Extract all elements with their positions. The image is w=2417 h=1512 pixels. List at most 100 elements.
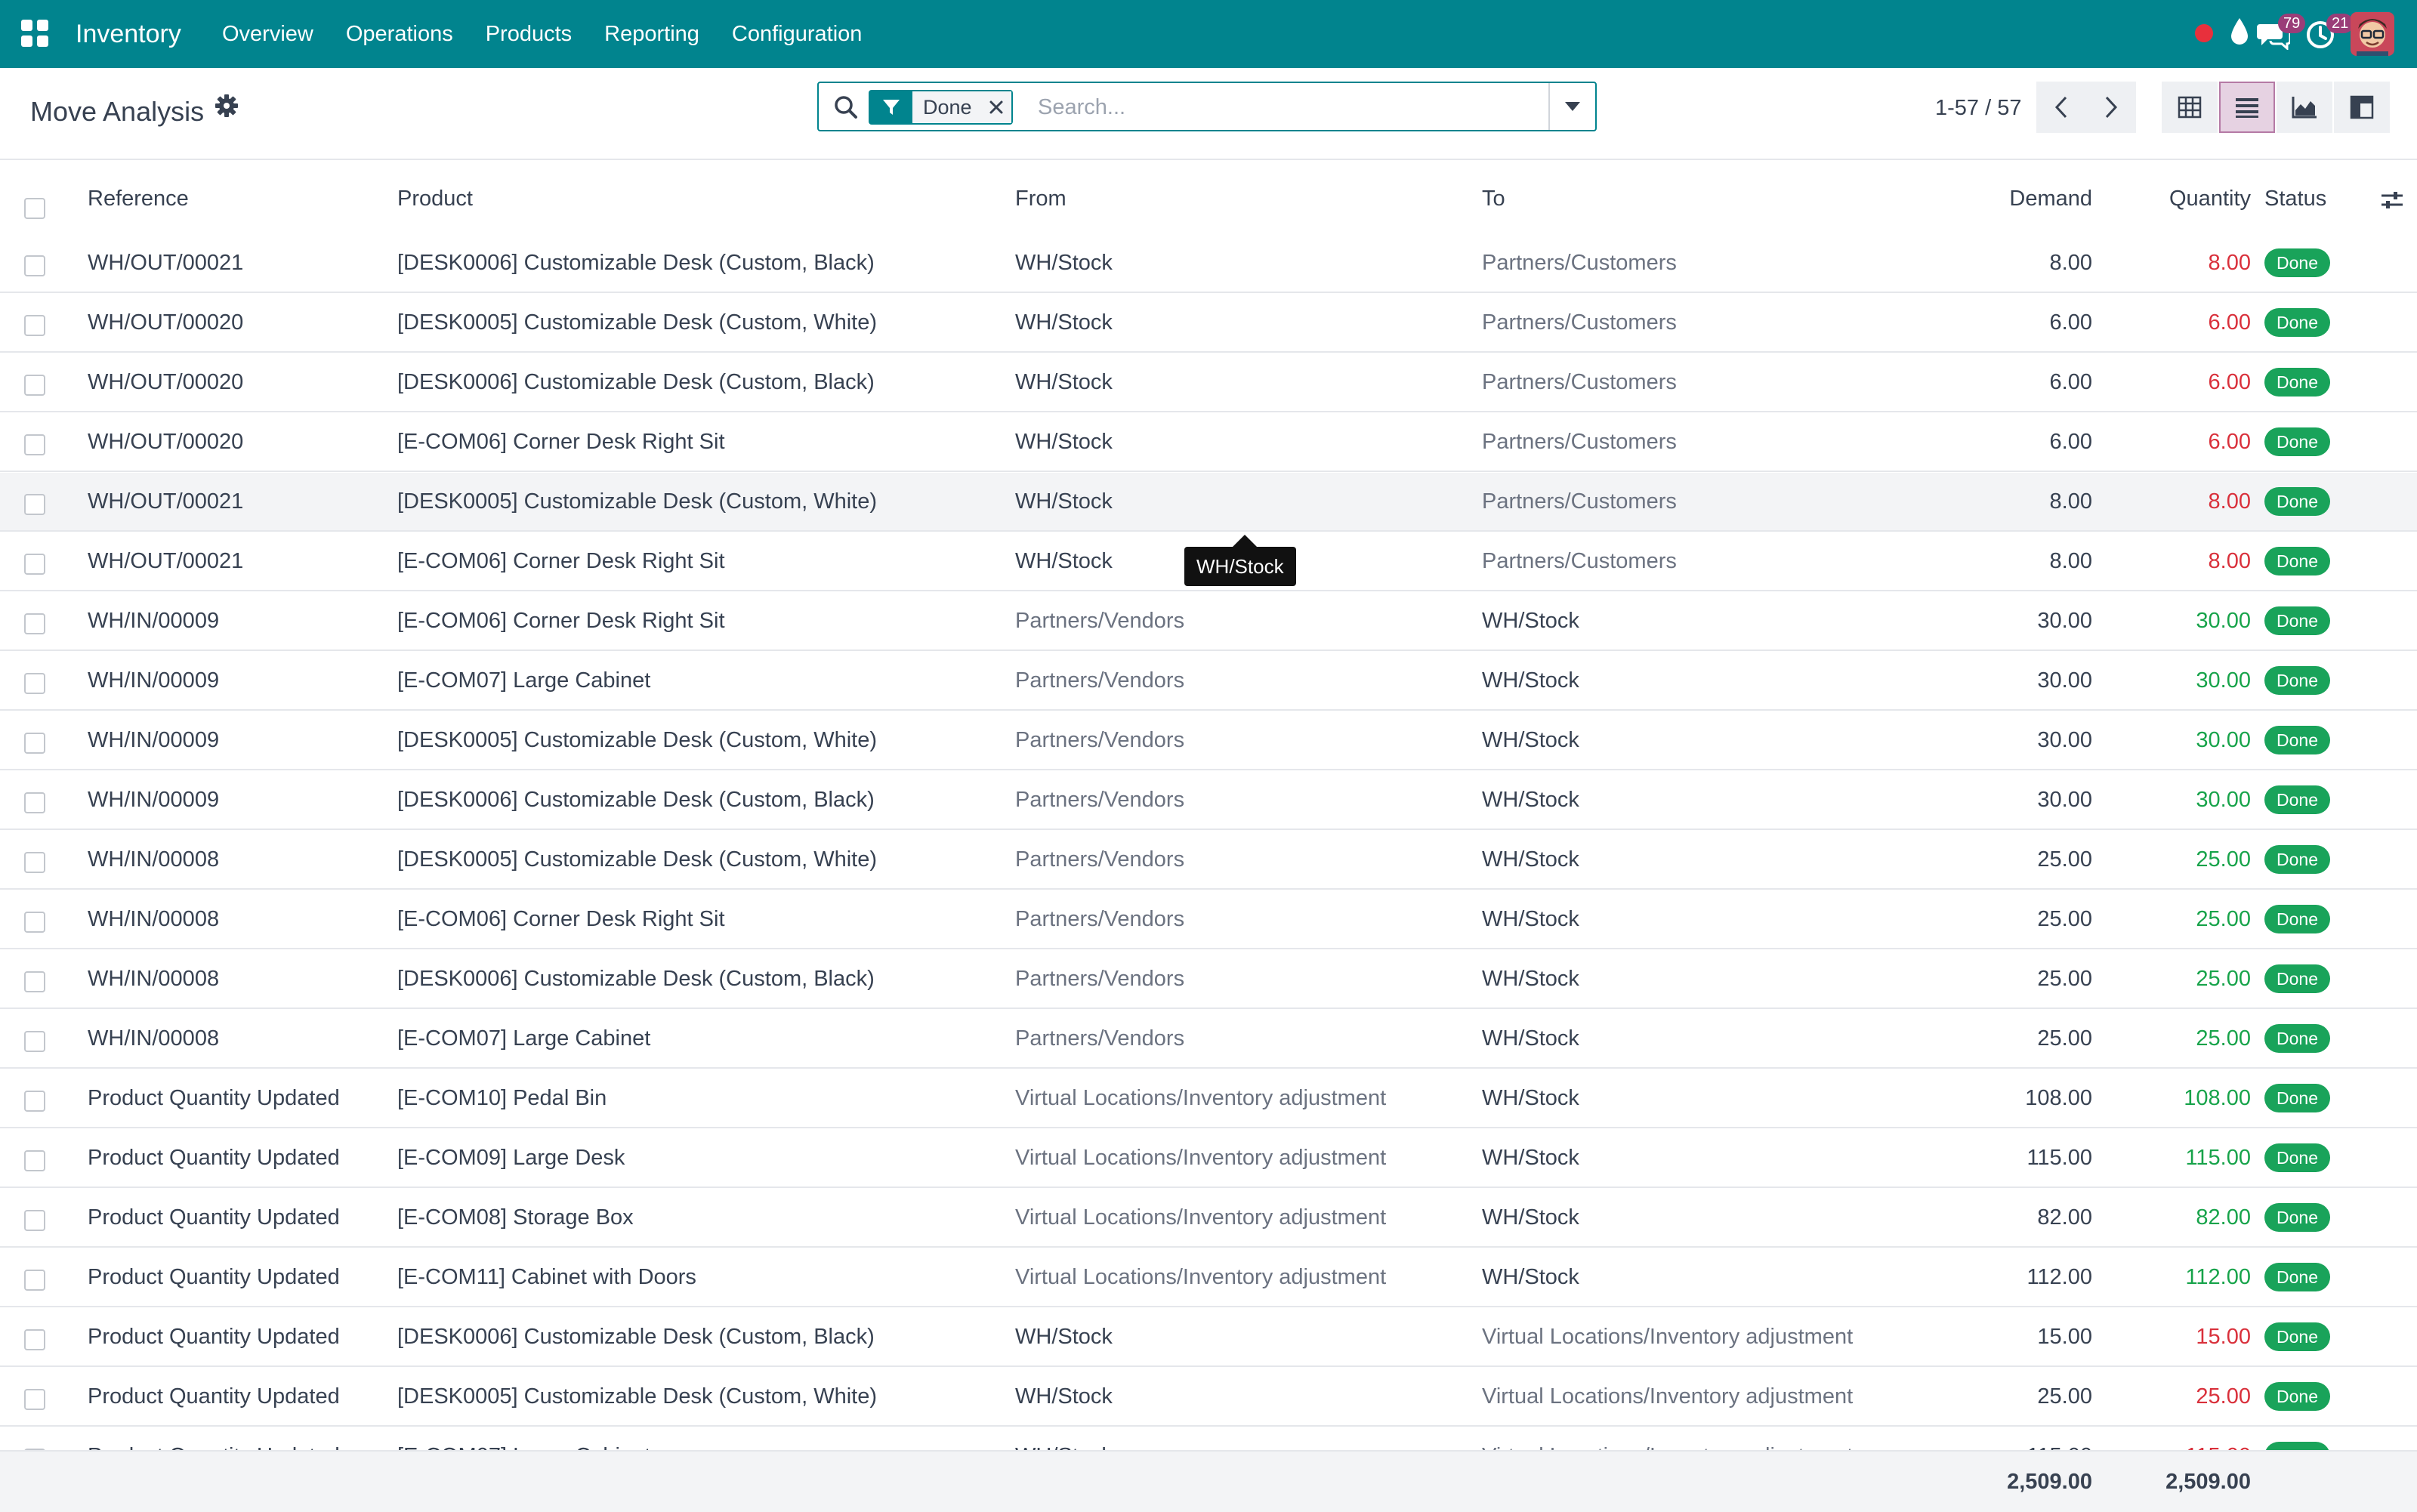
- row-checkbox[interactable]: [24, 673, 45, 694]
- table-row[interactable]: Product Quantity Updated [E-COM10] Pedal …: [0, 1069, 2417, 1128]
- table-row[interactable]: Product Quantity Updated [E-COM08] Storag…: [0, 1189, 2417, 1248]
- search-input[interactable]: [1036, 89, 1576, 125]
- graph-view-button[interactable]: [2277, 82, 2332, 133]
- column-product[interactable]: Product: [397, 174, 473, 234]
- list-header: Reference Product From To Demand Quantit…: [0, 174, 2417, 236]
- menu-products[interactable]: Products: [486, 0, 572, 68]
- cell-to: WH/Stock: [1482, 788, 1579, 812]
- row-checkbox[interactable]: [24, 315, 45, 336]
- row-checkbox[interactable]: [24, 494, 45, 515]
- list-view-button[interactable]: [2219, 82, 2275, 133]
- list-footer: 2,509.00 2,509.00: [0, 1450, 2417, 1512]
- row-checkbox[interactable]: [24, 613, 45, 634]
- cell-demand: 30.00: [2037, 728, 2092, 752]
- table-row[interactable]: WH/OUT/00021 [DESK0005] Customizable Desk…: [0, 473, 2417, 532]
- cell-quantity: 115.00: [2185, 1146, 2251, 1170]
- row-checkbox[interactable]: [24, 434, 45, 455]
- row-checkbox[interactable]: [24, 255, 45, 276]
- status-badge: Done: [2264, 726, 2330, 754]
- table-row[interactable]: Product Quantity Updated [DESK0005] Custo…: [0, 1368, 2417, 1427]
- area-chart-icon: [2292, 97, 2317, 119]
- table-row[interactable]: WH/OUT/00020 [DESK0005] Customizable Desk…: [0, 294, 2417, 353]
- table-row[interactable]: WH/OUT/00020 [E-COM06] Corner Desk Right …: [0, 413, 2417, 472]
- column-to[interactable]: To: [1482, 174, 1505, 234]
- row-checkbox[interactable]: [24, 554, 45, 575]
- cell-from: Partners/Vendors: [1015, 847, 1185, 872]
- table-row[interactable]: WH/IN/00009 [DESK0005] Customizable Desk …: [0, 711, 2417, 770]
- record-icon[interactable]: [2195, 24, 2213, 42]
- column-from[interactable]: From: [1015, 174, 1067, 234]
- cohort-view-button[interactable]: [2334, 82, 2390, 133]
- column-quantity[interactable]: Quantity: [2107, 174, 2251, 234]
- facet-remove-icon[interactable]: [980, 91, 1011, 123]
- table-row[interactable]: Product Quantity Updated [E-COM09] Large …: [0, 1129, 2417, 1188]
- menu-reporting[interactable]: Reporting: [604, 0, 699, 68]
- row-checkbox[interactable]: [24, 1150, 45, 1171]
- table-row[interactable]: WH/IN/00009 [DESK0006] Customizable Desk …: [0, 771, 2417, 830]
- cell-product: [E-COM10] Pedal Bin: [397, 1086, 607, 1110]
- table-row[interactable]: Product Quantity Updated [E-COM11] Cabine…: [0, 1248, 2417, 1307]
- row-checkbox[interactable]: [24, 1270, 45, 1291]
- cell-product: [E-COM11] Cabinet with Doors: [397, 1265, 696, 1289]
- cell-product: [E-COM09] Large Desk: [397, 1146, 625, 1170]
- row-checkbox[interactable]: [24, 1389, 45, 1410]
- table-row[interactable]: WH/IN/00009 [E-COM06] Corner Desk Right S…: [0, 592, 2417, 651]
- menu-overview[interactable]: Overview: [222, 0, 313, 68]
- user-avatar-image[interactable]: [2351, 12, 2394, 56]
- cell-quantity: 25.00: [2196, 847, 2251, 872]
- table-row[interactable]: WH/IN/00009 [E-COM07] Large Cabinet Partne…: [0, 652, 2417, 711]
- column-status[interactable]: Status: [2264, 174, 2326, 234]
- select-all-checkbox[interactable]: [24, 198, 45, 219]
- menu-configuration[interactable]: Configuration: [732, 0, 863, 68]
- pager-previous-button[interactable]: [2036, 82, 2086, 133]
- optional-columns-icon[interactable]: [2379, 187, 2405, 213]
- search-icon[interactable]: [832, 94, 860, 121]
- row-checkbox[interactable]: [24, 792, 45, 813]
- pager-next-button[interactable]: [2086, 82, 2136, 133]
- row-checkbox[interactable]: [24, 1091, 45, 1112]
- status-badge: Done: [2264, 1143, 2330, 1172]
- pager-value[interactable]: 1-57 / 57: [1935, 91, 2021, 125]
- cell-quantity: 8.00: [2208, 549, 2251, 573]
- table-row[interactable]: WH/IN/00008 [E-COM06] Corner Desk Right S…: [0, 890, 2417, 949]
- cell-quantity: 30.00: [2196, 788, 2251, 812]
- cell-from: Partners/Vendors: [1015, 728, 1185, 752]
- cell-from: Virtual Locations/Inventory adjustment: [1015, 1146, 1387, 1170]
- menu-operations[interactable]: Operations: [346, 0, 453, 68]
- table-row[interactable]: WH/OUT/00020 [DESK0006] Customizable Desk…: [0, 353, 2417, 412]
- row-checkbox[interactable]: [24, 1210, 45, 1231]
- status-badge: Done: [2264, 427, 2330, 456]
- app-brand[interactable]: Inventory: [76, 0, 181, 68]
- pivot-view-button[interactable]: [2162, 82, 2218, 133]
- row-checkbox[interactable]: [24, 1329, 45, 1350]
- cell-product: [E-COM07] Large Cabinet: [397, 1026, 651, 1051]
- app-menu-icon[interactable]: [21, 20, 48, 47]
- table-row[interactable]: WH/IN/00008 [DESK0006] Customizable Desk …: [0, 950, 2417, 1009]
- table-row[interactable]: Product Quantity Updated [E-COM07] Large …: [0, 1427, 2417, 1450]
- list-icon: [2236, 98, 2258, 118]
- table-row[interactable]: WH/OUT/00021 [DESK0006] Customizable Desk…: [0, 234, 2417, 293]
- droplet-icon[interactable]: [2228, 17, 2251, 47]
- column-demand[interactable]: Demand: [1934, 174, 2092, 234]
- row-checkbox[interactable]: [24, 912, 45, 933]
- row-checkbox[interactable]: [24, 375, 45, 396]
- table-row[interactable]: WH/IN/00008 [DESK0005] Customizable Desk …: [0, 831, 2417, 890]
- cell-from: Virtual Locations/Inventory adjustment: [1015, 1086, 1387, 1110]
- table-row[interactable]: Product Quantity Updated [DESK0006] Custo…: [0, 1308, 2417, 1367]
- cell-demand: 8.00: [2049, 549, 2092, 573]
- row-checkbox[interactable]: [24, 852, 45, 873]
- row-checkbox[interactable]: [24, 733, 45, 754]
- status-badge: Done: [2264, 905, 2330, 933]
- cell-from: WH/Stock: [1015, 1427, 1461, 1450]
- search-options-toggle[interactable]: [1548, 83, 1595, 130]
- table-row[interactable]: WH/IN/00008 [E-COM07] Large Cabinet Partne…: [0, 1010, 2417, 1069]
- row-checkbox[interactable]: [24, 1031, 45, 1052]
- cell-reference: WH/IN/00009: [88, 728, 220, 752]
- cell-reference: WH/IN/00009: [88, 668, 220, 693]
- column-reference[interactable]: Reference: [88, 174, 189, 234]
- status-badge: Done: [2264, 785, 2330, 814]
- facet-value: Done: [912, 91, 981, 123]
- row-checkbox[interactable]: [24, 971, 45, 992]
- status-badge: Done: [2264, 1263, 2330, 1291]
- gear-icon[interactable]: [215, 94, 239, 118]
